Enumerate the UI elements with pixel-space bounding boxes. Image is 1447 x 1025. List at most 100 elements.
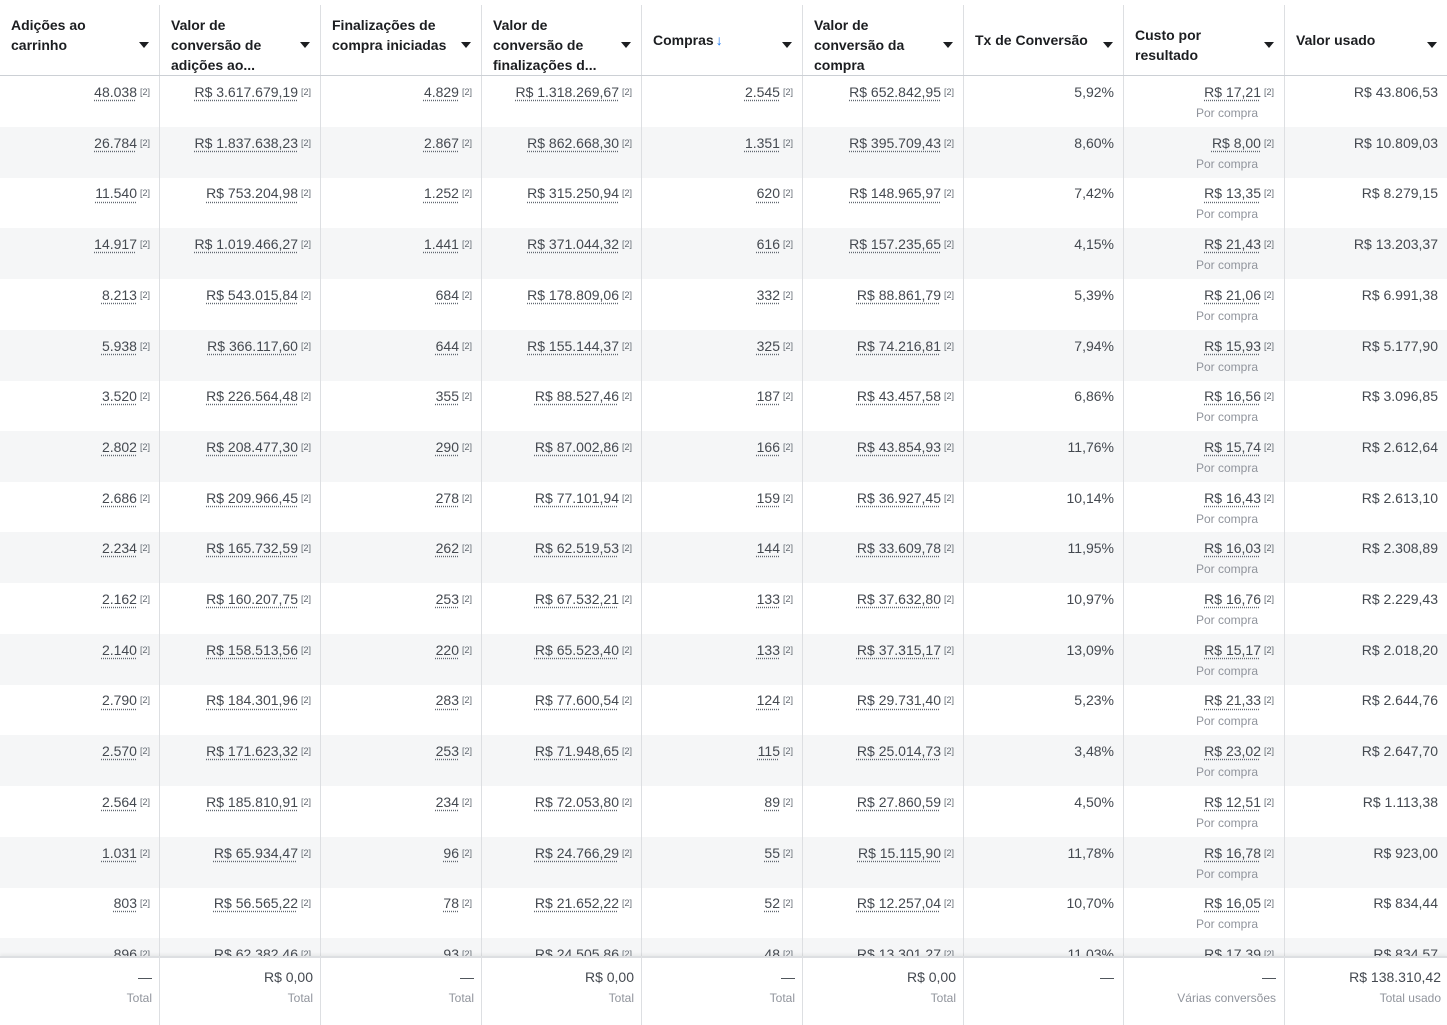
cell-value[interactable]: R$ 16,78	[1204, 845, 1261, 861]
info-marker[interactable]: [2]	[301, 341, 311, 351]
cell-value[interactable]: R$ 165.732,59	[206, 540, 298, 556]
cell-add-to-cart-value[interactable]: R$ 56.565,22 [2]	[160, 887, 321, 939]
info-marker[interactable]: [2]	[622, 594, 632, 604]
cell-add-to-cart-value[interactable]: R$ 165.732,59 [2]	[160, 532, 321, 584]
cell-value[interactable]: 620	[757, 185, 780, 201]
cell-value[interactable]: 89	[764, 794, 780, 810]
info-marker[interactable]: [2]	[1264, 848, 1274, 858]
cell-add-to-cart-value[interactable]: R$ 185.810,91 [2]	[160, 785, 321, 837]
chevron-down-icon[interactable]	[782, 42, 792, 48]
info-marker[interactable]: [2]	[944, 239, 954, 249]
cell-value[interactable]: 2.802	[102, 439, 137, 455]
cell-value[interactable]: 11.540	[95, 185, 137, 201]
info-marker[interactable]: [2]	[622, 341, 632, 351]
info-marker[interactable]: [2]	[622, 898, 632, 908]
cell-value[interactable]: R$ 37.632,80	[857, 591, 941, 607]
info-marker[interactable]: [2]	[1264, 442, 1274, 452]
cell-value[interactable]: 2.564	[102, 794, 137, 810]
info-marker[interactable]: [2]	[301, 898, 311, 908]
cell-value[interactable]: R$ 77.101,94	[535, 490, 619, 506]
cell-checkouts-initiated[interactable]: 1.252 [2]	[321, 177, 482, 229]
info-marker[interactable]: [2]	[1264, 645, 1274, 655]
cell-add-to-cart-value[interactable]: R$ 226.564,48 [2]	[160, 380, 321, 432]
cell-add-to-cart[interactable]: 2.162 [2]	[0, 583, 160, 634]
table-row[interactable]: 2.234 [2] R$ 165.732,59 [2] 262 [2] R$ 62.519,…	[0, 532, 1447, 584]
info-marker[interactable]: [2]	[622, 695, 632, 705]
cell-value[interactable]: R$ 67.532,21	[535, 591, 619, 607]
cell-checkouts-initiated[interactable]: 93 [2]	[321, 937, 482, 956]
info-marker[interactable]: [2]	[462, 848, 472, 858]
column-header-checkout-value[interactable]: Valor de conversão de finalizações d...	[482, 5, 642, 75]
cell-value[interactable]: R$ 158.513,56	[206, 642, 298, 658]
cell-add-to-cart[interactable]: 2.140 [2]	[0, 633, 160, 685]
cell-checkout-value[interactable]: R$ 371.044,32 [2]	[482, 228, 642, 280]
cell-purchases[interactable]: 620 [2]	[642, 177, 803, 229]
cell-checkout-value[interactable]: R$ 178.809,06 [2]	[482, 278, 642, 330]
cell-value[interactable]: 234	[436, 794, 459, 810]
cell-add-to-cart[interactable]: 2.790 [2]	[0, 684, 160, 736]
cell-value[interactable]: 896	[114, 946, 137, 956]
cell-value[interactable]: R$ 16,43	[1204, 490, 1261, 506]
cell-cost-per-result[interactable]: R$ 21,43 [2] Por compra	[1124, 228, 1285, 280]
cell-value[interactable]: R$ 23,02	[1204, 743, 1261, 759]
cell-value[interactable]: R$ 21,33	[1204, 692, 1261, 708]
info-marker[interactable]: [2]	[783, 239, 793, 249]
cell-value[interactable]: R$ 315.250,94	[527, 185, 619, 201]
cell-checkout-value[interactable]: R$ 88.527,46 [2]	[482, 380, 642, 432]
cell-add-to-cart[interactable]: 2.686 [2]	[0, 481, 160, 533]
cell-add-to-cart-value[interactable]: R$ 171.623,32 [2]	[160, 735, 321, 787]
cell-cost-per-result[interactable]: R$ 8,00 [2] Por compra	[1124, 126, 1285, 178]
column-header-purchase-value[interactable]: Valor de conversão da compra	[803, 5, 964, 75]
cell-value[interactable]: 14.917	[94, 236, 137, 252]
cell-checkout-value[interactable]: R$ 77.600,54 [2]	[482, 684, 642, 736]
table-row[interactable]: 2.140 [2] R$ 158.513,56 [2] 220 [2] R$ 65.523,…	[0, 633, 1447, 685]
cell-value[interactable]: R$ 21.652,22	[535, 895, 619, 911]
cell-value[interactable]: R$ 16,03	[1204, 540, 1261, 556]
info-marker[interactable]: [2]	[462, 949, 472, 956]
table-row[interactable]: 14.917 [2] R$ 1.019.466,27 [2] 1.441 [2] R$ 37…	[0, 228, 1447, 280]
info-marker[interactable]: [2]	[301, 543, 311, 553]
cell-purchase-value[interactable]: R$ 29.731,40 [2]	[803, 684, 964, 736]
cell-value[interactable]: 332	[757, 287, 780, 303]
cell-cost-per-result[interactable]: R$ 21,33 [2] Por compra	[1124, 684, 1285, 736]
cell-add-to-cart-value[interactable]: R$ 366.117,60 [2]	[160, 329, 321, 381]
cell-add-to-cart[interactable]: 2.234 [2]	[0, 532, 160, 584]
info-marker[interactable]: [2]	[783, 138, 793, 148]
cell-purchases[interactable]: 325 [2]	[642, 329, 803, 381]
cell-add-to-cart-value[interactable]: R$ 65.934,47 [2]	[160, 836, 321, 888]
info-marker[interactable]: [2]	[622, 138, 632, 148]
cell-purchases[interactable]: 1.351 [2]	[642, 126, 803, 178]
info-marker[interactable]: [2]	[1264, 746, 1274, 756]
cell-value[interactable]: R$ 15,74	[1204, 439, 1261, 455]
info-marker[interactable]: [2]	[301, 645, 311, 655]
cell-checkouts-initiated[interactable]: 96 [2]	[321, 836, 482, 888]
cell-add-to-cart-value[interactable]: R$ 158.513,56 [2]	[160, 633, 321, 685]
cell-value[interactable]: 803	[114, 895, 137, 911]
cell-value[interactable]: 144	[757, 540, 780, 556]
info-marker[interactable]: [2]	[462, 341, 472, 351]
cell-value[interactable]: 26.784	[94, 135, 137, 151]
info-marker[interactable]: [2]	[783, 341, 793, 351]
cell-value[interactable]: 644	[436, 338, 459, 354]
cell-value[interactable]: R$ 15,93	[1204, 338, 1261, 354]
cell-value[interactable]: 124	[757, 692, 780, 708]
column-header-conversion-rate[interactable]: Tx de Conversão	[964, 5, 1124, 75]
info-marker[interactable]: [2]	[140, 594, 150, 604]
cell-purchases[interactable]: 55 [2]	[642, 836, 803, 888]
info-marker[interactable]: [2]	[944, 797, 954, 807]
cell-add-to-cart-value[interactable]: R$ 62.382,46 [2]	[160, 937, 321, 956]
cell-checkouts-initiated[interactable]: 1.441 [2]	[321, 228, 482, 280]
cell-add-to-cart-value[interactable]: R$ 543.015,84 [2]	[160, 278, 321, 330]
cell-checkouts-initiated[interactable]: 355 [2]	[321, 380, 482, 432]
table-row[interactable]: 803 [2] R$ 56.565,22 [2] 78 [2] R$ 21.652,22 [2…	[0, 887, 1447, 939]
cell-value[interactable]: R$ 24.766,29	[535, 845, 619, 861]
cell-value[interactable]: 2.570	[102, 743, 137, 759]
cell-value[interactable]: 325	[757, 338, 780, 354]
info-marker[interactable]: [2]	[783, 188, 793, 198]
cell-value[interactable]: R$ 8,00	[1212, 135, 1261, 151]
chevron-down-icon[interactable]	[1103, 42, 1113, 48]
table-row[interactable]: 896 [2] R$ 62.382,46 [2] 93 [2] R$ 24.505,86 [2…	[0, 937, 1447, 956]
cell-value[interactable]: R$ 65.523,40	[535, 642, 619, 658]
info-marker[interactable]: [2]	[783, 493, 793, 503]
cell-purchases[interactable]: 159 [2]	[642, 481, 803, 533]
